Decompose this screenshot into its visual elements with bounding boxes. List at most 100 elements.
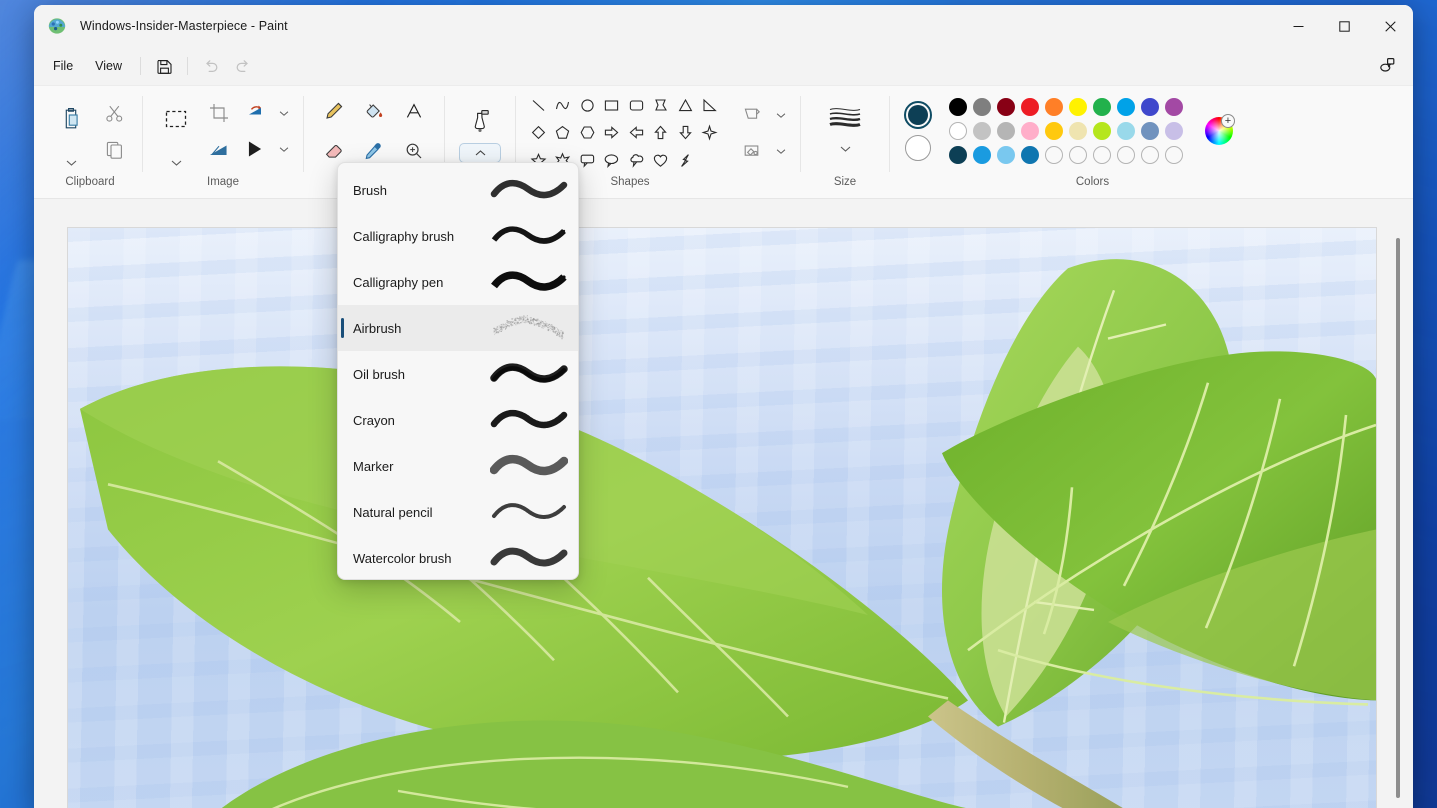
brush-item-crayon[interactable]: Crayon	[338, 397, 578, 443]
brushes-chevron-up-icon[interactable]	[459, 143, 501, 163]
flip-chevron-down-icon[interactable]	[275, 132, 293, 166]
shape-cloud-callout-icon[interactable]	[625, 148, 648, 173]
menu-file[interactable]: File	[42, 52, 84, 80]
shape-line-icon[interactable]	[527, 93, 550, 118]
brush-item-watercolor-brush[interactable]: Watercolor brush	[338, 535, 578, 579]
brush-item-natural-pencil[interactable]: Natural pencil	[338, 489, 578, 535]
shape-fill-icon[interactable]	[734, 134, 770, 168]
size-chevron-down-icon	[840, 140, 851, 158]
color-swatch-2-2[interactable]	[997, 146, 1015, 164]
shape-right-arrow-icon[interactable]	[600, 120, 623, 145]
fill-bucket-icon[interactable]	[354, 91, 394, 131]
select-rectangle-icon[interactable]	[153, 88, 199, 150]
color-swatch-1-6[interactable]	[1093, 122, 1111, 140]
shape-right-triangle-icon[interactable]	[698, 93, 721, 118]
text-icon[interactable]	[394, 91, 434, 131]
maximize-button[interactable]	[1321, 5, 1367, 47]
shape-triangle-icon[interactable]	[674, 93, 697, 118]
flip-icon[interactable]	[237, 132, 273, 166]
copilot-icon[interactable]	[1371, 50, 1403, 80]
color-swatch-0-9[interactable]	[1165, 98, 1183, 116]
resize-skew-icon[interactable]	[201, 132, 237, 166]
color-swatch-1-5[interactable]	[1069, 122, 1087, 140]
cut-icon[interactable]	[96, 96, 132, 130]
shape-diamond-icon[interactable]	[527, 120, 550, 145]
color-swatch-0-7[interactable]	[1117, 98, 1135, 116]
shape-pentagon-icon[interactable]	[551, 120, 574, 145]
shape-left-arrow-icon[interactable]	[625, 120, 648, 145]
scrollbar-thumb[interactable]	[1396, 238, 1400, 798]
color-swatch-0-2[interactable]	[997, 98, 1015, 116]
crop-icon[interactable]	[201, 96, 237, 130]
color-swatch-0-4[interactable]	[1045, 98, 1063, 116]
shape-fill-chevron-down-icon[interactable]	[772, 134, 790, 168]
color-swatch-1-9[interactable]	[1165, 122, 1183, 140]
shape-lightning-icon[interactable]	[674, 148, 697, 173]
redo-icon[interactable]	[227, 51, 259, 81]
save-icon[interactable]	[148, 51, 180, 81]
brushes-split-button[interactable]	[457, 99, 503, 163]
brush-item-calligraphy-pen[interactable]: Calligraphy pen	[338, 259, 578, 305]
pencil-icon[interactable]	[314, 91, 354, 131]
shape-outline-icon[interactable]	[734, 98, 770, 132]
vertical-scrollbar[interactable]	[1391, 228, 1405, 808]
menu-view[interactable]: View	[84, 52, 133, 80]
shape-heart-icon[interactable]	[649, 148, 672, 173]
brush-item-brush[interactable]: Brush	[338, 167, 578, 213]
copy-icon[interactable]	[96, 132, 132, 166]
color-swatch-2-9[interactable]	[1165, 146, 1183, 164]
minimize-button[interactable]	[1275, 5, 1321, 47]
brush-item-marker[interactable]: Marker	[338, 443, 578, 489]
shape-rounded-rectangle-icon[interactable]	[625, 93, 648, 118]
shape-down-arrow-icon[interactable]	[674, 120, 697, 145]
color-swatch-2-5[interactable]	[1069, 146, 1087, 164]
shape-four-point-star-icon[interactable]	[698, 120, 721, 145]
color-swatch-1-0[interactable]	[949, 122, 967, 140]
color-swatch-2-7[interactable]	[1117, 146, 1135, 164]
color-swatch-0-8[interactable]	[1141, 98, 1159, 116]
rotate-chevron-down-icon[interactable]	[275, 96, 293, 130]
color-swatch-1-7[interactable]	[1117, 122, 1135, 140]
color-wheel-icon[interactable]: +	[1200, 112, 1238, 150]
color-swatch-1-4[interactable]	[1045, 122, 1063, 140]
color-swatch-0-3[interactable]	[1021, 98, 1039, 116]
color-swatch-2-4[interactable]	[1045, 146, 1063, 164]
color-swatch-1-2[interactable]	[997, 122, 1015, 140]
color-swatch-0-0[interactable]	[949, 98, 967, 116]
drawing-canvas[interactable]	[68, 228, 1376, 808]
shape-polygon-icon[interactable]	[649, 93, 672, 118]
color-2-active[interactable]	[905, 135, 931, 161]
paste-button[interactable]	[48, 88, 94, 150]
airbrush-icon[interactable]	[460, 99, 500, 141]
color-swatch-0-5[interactable]	[1069, 98, 1087, 116]
brush-item-airbrush[interactable]: Airbrush	[338, 305, 578, 351]
paste-chevron-down-icon[interactable]	[53, 152, 89, 174]
natural-pencil-stroke	[492, 503, 566, 519]
size-button[interactable]	[821, 98, 869, 164]
color-1-active[interactable]	[904, 101, 932, 129]
color-swatch-2-8[interactable]	[1141, 146, 1159, 164]
brush-item-calligraphy-brush[interactable]: Calligraphy brush	[338, 213, 578, 259]
color-swatch-0-1[interactable]	[973, 98, 991, 116]
shape-rounded-rect-callout-icon[interactable]	[576, 148, 599, 173]
shape-hexagon-icon[interactable]	[576, 120, 599, 145]
shape-oval-icon[interactable]	[576, 93, 599, 118]
color-swatch-1-1[interactable]	[973, 122, 991, 140]
rotate-icon[interactable]	[237, 96, 273, 130]
shape-outline-chevron-down-icon[interactable]	[772, 98, 790, 132]
shape-curve-icon[interactable]	[551, 93, 574, 118]
select-chevron-down-icon[interactable]	[153, 152, 199, 174]
shape-up-arrow-icon[interactable]	[649, 120, 672, 145]
shape-rectangle-icon[interactable]	[600, 93, 623, 118]
color-swatch-1-8[interactable]	[1141, 122, 1159, 140]
color-swatch-2-3[interactable]	[1021, 146, 1039, 164]
color-swatch-2-1[interactable]	[973, 146, 991, 164]
color-swatch-2-6[interactable]	[1093, 146, 1111, 164]
color-swatch-0-6[interactable]	[1093, 98, 1111, 116]
color-swatch-1-3[interactable]	[1021, 122, 1039, 140]
undo-icon[interactable]	[195, 51, 227, 81]
close-button[interactable]	[1367, 5, 1413, 47]
brush-item-oil-brush[interactable]: Oil brush	[338, 351, 578, 397]
color-swatch-2-0[interactable]	[949, 146, 967, 164]
shape-oval-callout-icon[interactable]	[600, 148, 623, 173]
